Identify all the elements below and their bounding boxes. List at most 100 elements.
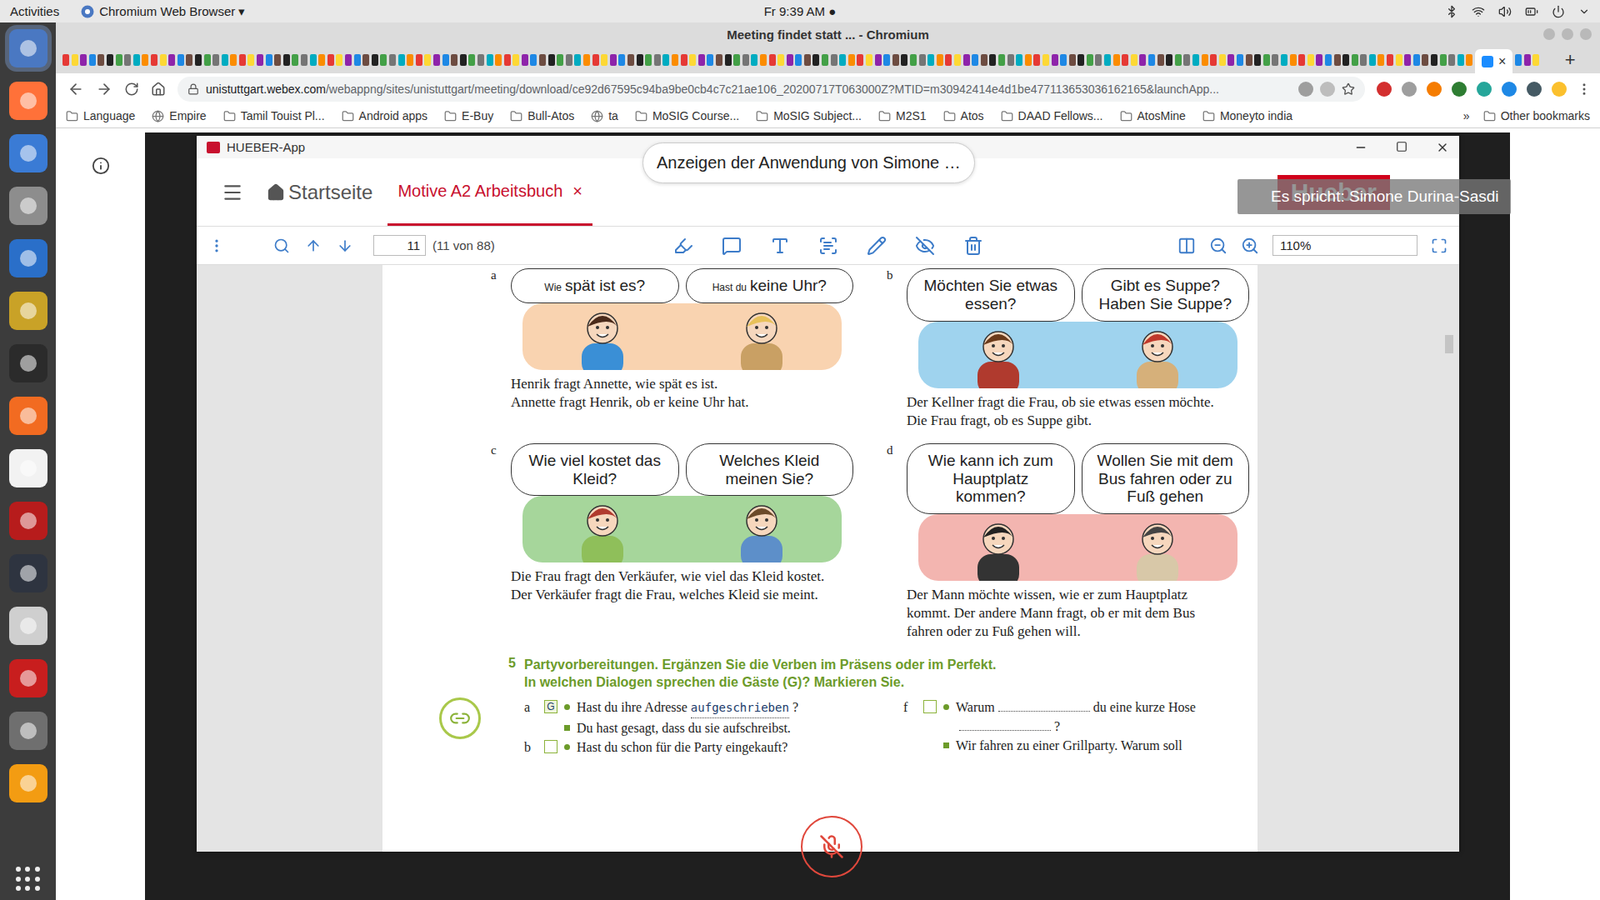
extension-icon[interactable] bbox=[1526, 81, 1542, 97]
tab-favicon[interactable] bbox=[706, 54, 714, 66]
tab-favicon[interactable] bbox=[1042, 54, 1050, 66]
tab-favicon[interactable] bbox=[592, 54, 600, 66]
page-number-input[interactable]: 11 bbox=[373, 235, 426, 256]
tab-favicon[interactable] bbox=[945, 54, 952, 66]
tab-favicon[interactable] bbox=[1377, 54, 1385, 66]
tab-favicon[interactable] bbox=[689, 54, 696, 66]
tab-favicon[interactable] bbox=[786, 54, 794, 66]
chrome-menu-icon[interactable] bbox=[1576, 81, 1592, 97]
extension-icon[interactable] bbox=[1476, 81, 1492, 97]
answer-blank[interactable]: aufgeschrieben bbox=[690, 698, 790, 719]
dock-app-icon[interactable] bbox=[9, 134, 48, 173]
bookmark-item[interactable]: DAAD Fellows... bbox=[1000, 109, 1104, 123]
forward-icon[interactable] bbox=[95, 80, 113, 98]
zoom-in-icon[interactable] bbox=[1240, 236, 1260, 255]
bookmarks-overflow[interactable]: » bbox=[1463, 109, 1470, 123]
dock-app-icon[interactable] bbox=[9, 449, 48, 488]
dock-app-icon[interactable] bbox=[9, 659, 48, 698]
tab-favicon[interactable] bbox=[1325, 54, 1332, 66]
text-box-icon[interactable] bbox=[818, 235, 839, 256]
tab-favicon[interactable] bbox=[1298, 54, 1305, 66]
tab-favicon[interactable] bbox=[1192, 54, 1200, 66]
home-icon[interactable] bbox=[150, 81, 166, 97]
dock-app-icon[interactable] bbox=[9, 764, 48, 803]
zoom-input[interactable]: 110% bbox=[1272, 235, 1418, 256]
tab-favicon[interactable] bbox=[150, 54, 158, 66]
bluetooth-icon[interactable] bbox=[1445, 5, 1459, 19]
bookmark-item[interactable]: MoSIG Subject... bbox=[755, 109, 862, 123]
tab-favicon[interactable] bbox=[354, 54, 361, 66]
tab-close-button[interactable]: × bbox=[572, 181, 583, 201]
tab-favicon[interactable] bbox=[1448, 54, 1455, 66]
extension-icon[interactable] bbox=[1501, 81, 1517, 97]
tab-favicon[interactable] bbox=[1060, 54, 1067, 66]
tab-favicon[interactable] bbox=[954, 54, 961, 66]
tab-favicon[interactable] bbox=[1183, 54, 1190, 66]
tab-favicon[interactable] bbox=[530, 54, 537, 66]
tab-favicon[interactable] bbox=[548, 54, 555, 66]
tab-favicon[interactable] bbox=[636, 54, 644, 66]
next-page-icon[interactable] bbox=[336, 237, 354, 255]
camera-blocked-icon[interactable] bbox=[1298, 81, 1314, 97]
bookmark-star-icon[interactable] bbox=[1341, 82, 1355, 96]
tab-favicon[interactable] bbox=[1139, 54, 1146, 66]
scrollbar-thumb[interactable] bbox=[1445, 335, 1454, 354]
tab-favicon[interactable] bbox=[1077, 54, 1085, 66]
tab-favicon[interactable] bbox=[221, 54, 229, 66]
tab-favicon[interactable] bbox=[742, 54, 750, 66]
tab-favicon[interactable] bbox=[777, 54, 785, 66]
tab-favicon[interactable] bbox=[821, 54, 829, 66]
tab-favicon[interactable] bbox=[71, 54, 79, 66]
tab-favicon[interactable] bbox=[468, 54, 475, 66]
tab-favicon[interactable] bbox=[450, 54, 458, 66]
tab-favicon[interactable] bbox=[133, 54, 140, 66]
tab-favicon[interactable] bbox=[265, 54, 273, 66]
tab-favicon[interactable] bbox=[521, 54, 529, 66]
book-tab[interactable]: Motive A2 Arbeitsbuch× bbox=[387, 158, 593, 226]
tab-favicon[interactable] bbox=[865, 54, 873, 66]
trash-icon[interactable] bbox=[963, 235, 984, 256]
tab-favicon[interactable] bbox=[204, 54, 211, 66]
tab-favicon[interactable] bbox=[715, 54, 723, 66]
tab-favicon[interactable] bbox=[398, 54, 405, 66]
tab-favicon[interactable] bbox=[345, 54, 352, 66]
tab-favicon[interactable] bbox=[371, 54, 379, 66]
tab-favicon[interactable] bbox=[760, 54, 767, 66]
tab-favicon[interactable] bbox=[892, 54, 900, 66]
tab-favicon[interactable] bbox=[733, 54, 740, 66]
tab-favicon[interactable] bbox=[539, 54, 546, 66]
tab-favicon[interactable] bbox=[335, 54, 343, 66]
tab-favicon[interactable] bbox=[1086, 54, 1094, 66]
hide-icon[interactable] bbox=[915, 235, 935, 256]
show-apps-icon[interactable] bbox=[15, 866, 41, 892]
tab-favicon[interactable] bbox=[725, 54, 732, 66]
maximize-icon[interactable] bbox=[1395, 140, 1408, 153]
tab-favicon[interactable] bbox=[477, 54, 485, 66]
tab-favicon[interactable] bbox=[124, 54, 131, 66]
tab-favicon[interactable] bbox=[971, 54, 979, 66]
tab-favicon[interactable] bbox=[212, 54, 220, 66]
tab-favicon[interactable] bbox=[433, 54, 440, 66]
fullscreen-icon[interactable] bbox=[1430, 237, 1448, 255]
tab-favicon[interactable] bbox=[1360, 54, 1367, 66]
wifi-icon[interactable] bbox=[1471, 5, 1485, 19]
tab-favicon[interactable] bbox=[830, 54, 838, 66]
tab-favicon[interactable] bbox=[310, 54, 317, 66]
tab-favicon[interactable] bbox=[671, 54, 679, 66]
tab-favicon[interactable] bbox=[900, 54, 908, 66]
tab-favicon[interactable] bbox=[919, 54, 926, 66]
tab-favicon[interactable] bbox=[327, 54, 335, 66]
tab-favicon[interactable] bbox=[283, 54, 290, 66]
text-icon[interactable] bbox=[770, 235, 790, 256]
tab-favicon[interactable] bbox=[424, 54, 431, 66]
tab-favicon[interactable] bbox=[486, 54, 494, 66]
tab-favicon[interactable] bbox=[160, 54, 167, 66]
url-field[interactable]: unistuttgart.webex.com/webappng/sites/un… bbox=[177, 76, 1365, 102]
dock-app-icon[interactable] bbox=[9, 711, 48, 750]
tab-favicon[interactable] bbox=[256, 54, 264, 66]
tab-favicon[interactable] bbox=[141, 54, 149, 66]
tab-favicon[interactable] bbox=[963, 54, 970, 66]
tab-favicon[interactable] bbox=[556, 54, 564, 66]
bookmark-item[interactable]: Tamil Touist Pl... bbox=[223, 109, 325, 123]
tab-favicon[interactable] bbox=[495, 54, 502, 66]
